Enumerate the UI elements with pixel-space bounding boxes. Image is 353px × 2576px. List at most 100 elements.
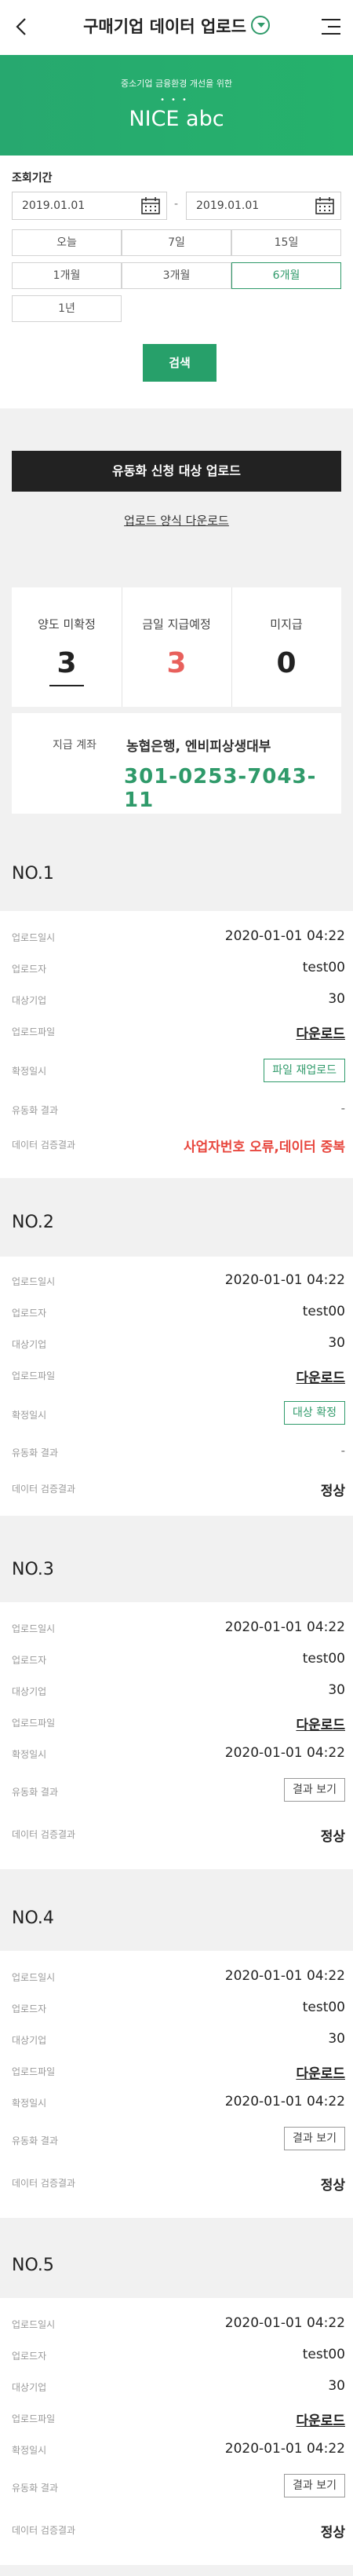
confirm-target-button[interactable]: 대상 확정 <box>284 1401 345 1425</box>
end-date-value: 2019.01.01 <box>196 199 260 212</box>
record-row-confirm: 확정일시 2020-01-01 04:22 <box>0 2441 353 2458</box>
field-value: 2020-01-01 04:22 <box>224 2094 345 2109</box>
verify-error-text: 사업자번호 오류,데이터 중복 <box>184 1140 345 1155</box>
chevron-down-icon[interactable] <box>250 16 270 35</box>
record-row-file: 업로드파일 다운로드 <box>0 1367 353 1386</box>
period-1y-button[interactable]: 1년 <box>12 295 122 322</box>
field-label: 업로드일시 <box>12 1276 56 1287</box>
field-value: - <box>340 1101 345 1115</box>
file-download-link[interactable]: 다운로드 <box>296 1367 345 1386</box>
date-range-dash: - <box>174 198 179 210</box>
field-value: 2020-01-01 04:22 <box>224 1745 345 1761</box>
stat-label: 미지급 <box>270 617 303 631</box>
account-bank: 농협은행, 엔비피상생대부 <box>126 739 271 755</box>
field-label: 대상기업 <box>12 2382 47 2393</box>
record-row-target: 대상기업 30 <box>0 1335 353 1352</box>
field-label: 업로드파일 <box>12 1370 56 1381</box>
field-label: 유동화 결과 <box>12 1105 59 1116</box>
field-value: - <box>340 1444 345 1458</box>
upload-target-button[interactable]: 유동화 신청 대상 업로드 <box>12 451 341 492</box>
field-label: 업로드자 <box>12 2003 47 2014</box>
page-title-group[interactable]: 구매기업 데이터 업로드 <box>0 14 353 38</box>
field-label: 업로드자 <box>12 1308 47 1319</box>
record-row-file: 업로드파일 다운로드 <box>0 2410 353 2429</box>
record-row-uploader: 업로드자 test00 <box>0 2000 353 2017</box>
field-value: 2020-01-01 04:22 <box>224 1272 345 1288</box>
start-date-field[interactable]: 2019.01.01 <box>12 192 167 220</box>
field-label: 유동화 결과 <box>12 2483 59 2494</box>
record-row-upload-time: 업로드일시 2020-01-01 04:22 <box>0 1619 353 1637</box>
brand-name: NICE abc <box>129 107 224 131</box>
field-label: 데이터 검증결과 <box>12 2178 76 2189</box>
record-row-confirm: 확정일시 2020-01-01 04:22 <box>0 1745 353 1762</box>
view-result-button[interactable]: 결과 보기 <box>284 1778 345 1802</box>
calendar-icon[interactable] <box>141 197 160 214</box>
field-label: 데이터 검증결과 <box>12 2525 76 2536</box>
file-reupload-button[interactable]: 파일 재업로드 <box>264 1059 345 1082</box>
field-value: test00 <box>302 2000 345 2015</box>
field-label: 유동화 결과 <box>12 1447 59 1458</box>
record-title: NO.3 <box>12 1560 54 1579</box>
record-row-file: 업로드파일 다운로드 <box>0 1023 353 1042</box>
record-row-target: 대상기업 30 <box>0 2031 353 2048</box>
field-value: test00 <box>302 960 345 975</box>
end-date-field[interactable]: 2019.01.01 <box>186 192 341 220</box>
stat-label: 양도 미확정 <box>38 617 96 631</box>
field-label: 대상기업 <box>12 2035 47 2046</box>
period-today-button[interactable]: 오늘 <box>12 229 122 256</box>
record-card: 업로드일시 2020-01-01 04:22 업로드자 test00 대상기업 30 … <box>0 2298 353 2565</box>
file-download-link[interactable]: 다운로드 <box>296 2062 345 2082</box>
file-download-link[interactable]: 다운로드 <box>296 2410 345 2429</box>
view-result-button[interactable]: 결과 보기 <box>284 2474 345 2497</box>
period-3m-button[interactable]: 3개월 <box>122 262 231 289</box>
stat-due-today: 금일 지급예정 3 <box>122 587 231 707</box>
field-label: 업로드자 <box>12 1655 47 1666</box>
decorative-dots: ••• <box>160 96 193 104</box>
record-row-verify: 데이터 검증결과 정상 <box>0 1480 353 1499</box>
field-value: test00 <box>302 1651 345 1667</box>
form-download-link[interactable]: 업로드 양식 다운로드 <box>124 514 229 528</box>
field-value: 30 <box>328 2031 345 2047</box>
field-label: 업로드일시 <box>12 2319 56 2330</box>
record-title: NO.4 <box>12 1908 54 1928</box>
record-row-upload-time: 업로드일시 2020-01-01 04:22 <box>0 928 353 946</box>
record-title: NO.5 <box>12 2256 54 2275</box>
field-label: 데이터 검증결과 <box>12 1484 76 1495</box>
app-header: 구매기업 데이터 업로드 <box>0 0 353 55</box>
field-label: 업로드파일 <box>12 1718 56 1729</box>
record-row-upload-time: 업로드일시 2020-01-01 04:22 <box>0 1968 353 1985</box>
record-row-liquidation: 유동화 결과 - <box>0 1101 353 1118</box>
verify-status: 정상 <box>320 2178 345 2194</box>
stats-panel: 양도 미확정 3 금일 지급예정 3 미지급 0 <box>12 587 341 707</box>
stat-unconfirmed[interactable]: 양도 미확정 3 <box>12 587 122 707</box>
field-label: 확정일시 <box>12 2445 47 2456</box>
record-row-file: 업로드파일 다운로드 <box>0 1714 353 1733</box>
record-row-uploader: 업로드자 test00 <box>0 1304 353 1321</box>
search-button[interactable]: 검색 <box>143 344 217 382</box>
field-label: 대상기업 <box>12 1339 47 1350</box>
verify-status: 정상 <box>320 1484 345 1499</box>
field-label: 확정일시 <box>12 1066 47 1077</box>
file-download-link[interactable]: 다운로드 <box>296 1714 345 1733</box>
field-label: 업로드파일 <box>12 2413 56 2424</box>
start-date-value: 2019.01.01 <box>22 199 86 212</box>
period-6m-button[interactable]: 6개월 <box>231 262 341 289</box>
calendar-icon[interactable] <box>315 197 334 214</box>
stat-label: 금일 지급예정 <box>142 617 211 631</box>
page-title: 구매기업 데이터 업로드 <box>83 17 246 36</box>
record-row-target: 대상기업 30 <box>0 1682 353 1700</box>
period-7d-button[interactable]: 7일 <box>122 229 231 256</box>
record-title: NO.1 <box>12 864 54 884</box>
file-download-link[interactable]: 다운로드 <box>296 1023 345 1042</box>
period-15d-button[interactable]: 15일 <box>231 229 341 256</box>
field-value: 30 <box>328 2378 345 2394</box>
record-title: NO.2 <box>12 1213 54 1232</box>
hamburger-menu-icon[interactable] <box>320 17 342 36</box>
form-download-link-row: 업로드 양식 다운로드 <box>0 512 353 529</box>
field-label: 업로드일시 <box>12 1972 56 1983</box>
stat-value: 3 <box>56 647 77 679</box>
period-1m-button[interactable]: 1개월 <box>12 262 122 289</box>
record-row-confirm: 확정일시 2020-01-01 04:22 <box>0 2094 353 2111</box>
view-result-button[interactable]: 결과 보기 <box>284 2127 345 2150</box>
field-label: 대상기업 <box>12 995 47 1006</box>
